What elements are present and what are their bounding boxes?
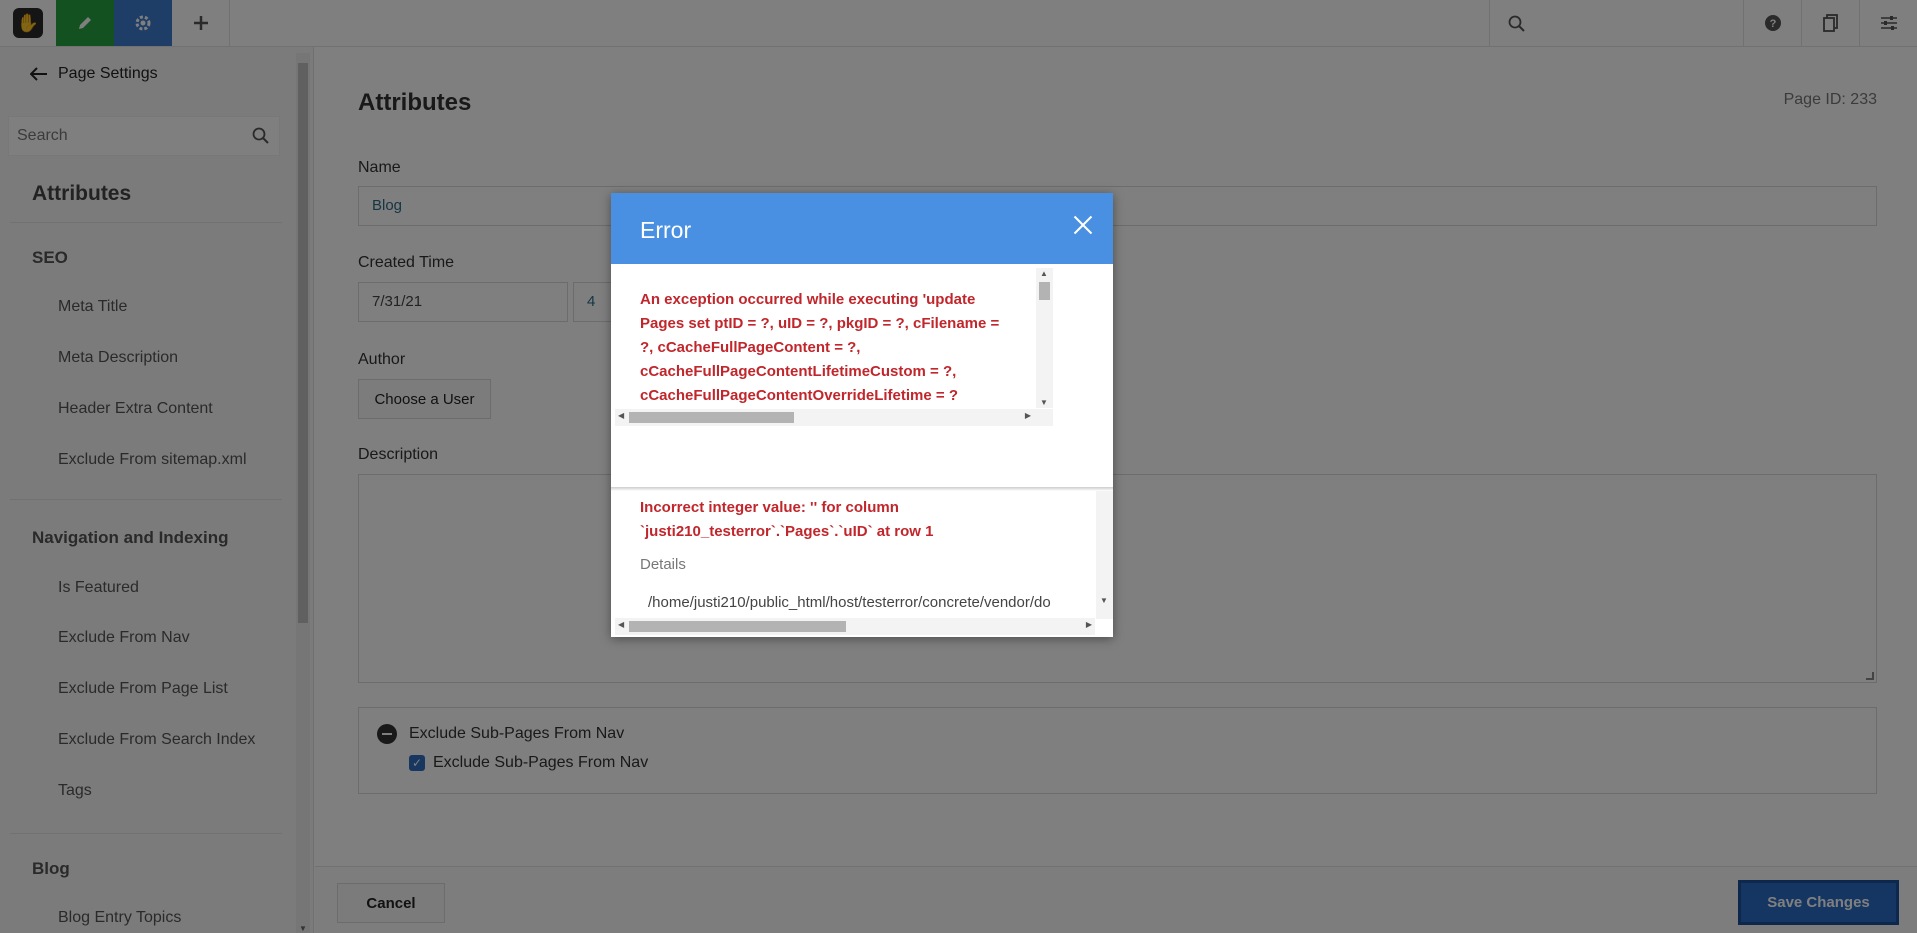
horizontal-scrollbar[interactable]: ◀ ▶ bbox=[615, 618, 1095, 635]
scrollbar-thumb[interactable] bbox=[629, 412, 794, 423]
scroll-down-arrow-icon[interactable]: ▼ bbox=[1040, 398, 1048, 407]
scroll-right-arrow-icon[interactable]: ▶ bbox=[1025, 411, 1031, 420]
incorrect-value-message: Incorrect integer value: '' for column `… bbox=[640, 499, 934, 540]
scroll-left-arrow-icon[interactable]: ◀ bbox=[618, 620, 624, 629]
horizontal-scrollbar[interactable]: ◀ ▶ bbox=[615, 409, 1053, 426]
error-details-frame: Incorrect integer value: '' for column `… bbox=[611, 491, 1113, 637]
error-message-frame: An exception occurred while executing 'u… bbox=[611, 264, 1053, 428]
details-label: Details bbox=[640, 556, 686, 573]
exception-message: An exception occurred while executing 'u… bbox=[640, 291, 1000, 404]
scrollbar-thumb[interactable] bbox=[1039, 282, 1050, 300]
vertical-scrollbar[interactable]: ▼ bbox=[1096, 491, 1113, 619]
error-dialog: Error An exception occurred while execut… bbox=[611, 193, 1113, 637]
scroll-up-arrow-icon[interactable]: ▲ bbox=[1040, 269, 1048, 278]
scroll-right-arrow-icon[interactable]: ▶ bbox=[1086, 620, 1092, 629]
stack-trace-path: /home/justi210/public_html/host/testerro… bbox=[648, 594, 1051, 611]
close-icon[interactable] bbox=[1071, 213, 1095, 237]
scroll-left-arrow-icon[interactable]: ◀ bbox=[618, 411, 624, 420]
scroll-down-arrow-icon[interactable]: ▼ bbox=[1100, 596, 1108, 605]
scrollbar-thumb[interactable] bbox=[629, 621, 846, 632]
dialog-header: Error bbox=[611, 193, 1113, 264]
vertical-scrollbar[interactable]: ▲ ▼ bbox=[1036, 268, 1053, 408]
dialog-title: Error bbox=[640, 217, 692, 243]
